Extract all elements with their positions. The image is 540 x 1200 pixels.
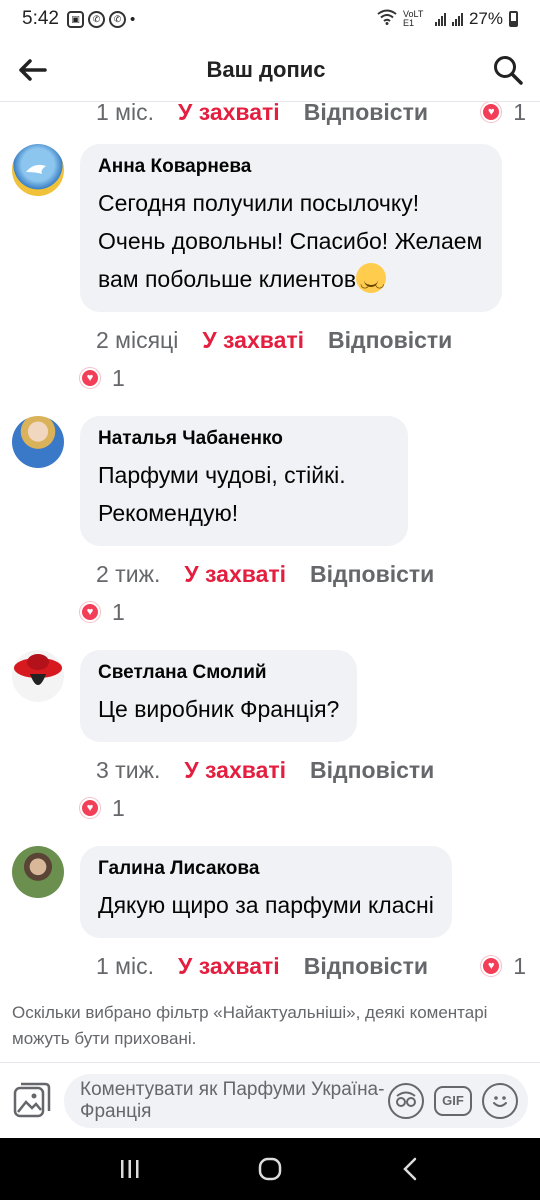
chevron-left-icon [403, 1157, 417, 1181]
comment-bubble[interactable]: Анна Коварнева Сегодня получили посылочк… [80, 144, 502, 312]
emoji-icon[interactable] [482, 1082, 518, 1119]
volte-label: VoLTE1 [402, 9, 424, 28]
liked-button[interactable]: У захваті [178, 99, 280, 126]
comment-input[interactable]: Коментувати як Парфуми Україна-Франція G… [64, 1073, 528, 1128]
comment-time[interactable]: 2 місяці [96, 327, 178, 354]
comment-bubble[interactable]: Светлана Смолий Це виробник Франція? [80, 650, 358, 742]
comment-time[interactable]: 1 міс. [96, 99, 154, 126]
comment-author[interactable]: Светлана Смолий [98, 662, 339, 684]
comment-bubble[interactable]: Галина Лисакова Дякую щиро за парфуми кл… [80, 846, 452, 938]
signal-icon [434, 12, 446, 26]
reaction-summary[interactable]: ♥ 1 [0, 358, 540, 398]
image-icon [13, 1082, 51, 1117]
avatar[interactable] [12, 846, 64, 898]
filter-note: Оскільки вибрано фільтр «Найактуальніші»… [12, 1003, 488, 1048]
reaction-count: 1 [513, 98, 526, 125]
app-header: Ваш допис [0, 38, 540, 102]
gallery-notification-icon: ▣ [66, 10, 84, 28]
avatar[interactable] [12, 416, 64, 468]
reaction-count: 1 [112, 794, 125, 821]
comment-bubble[interactable]: Наталья Чабаненко Парфуми чудові, стійкі… [80, 416, 408, 546]
page-title: Ваш допис [206, 56, 326, 82]
reply-button[interactable]: Відповісти [310, 757, 434, 784]
liked-button[interactable]: У захваті [178, 953, 280, 980]
reaction-summary[interactable]: ♥ 1 [0, 788, 540, 828]
liked-button[interactable]: У захваті [202, 327, 304, 354]
attach-photo-button[interactable] [12, 1081, 52, 1121]
reaction-summary[interactable]: ♥ 1 [481, 953, 526, 980]
arrow-left-icon [19, 58, 47, 81]
heart-reaction-icon: ♥ [481, 956, 502, 976]
comment-actions: 1 міс. У захваті Відповісти ♥ 1 [0, 948, 540, 984]
comment-actions: 3 тиж. У захваті Відповісти [0, 752, 540, 788]
comment-author[interactable]: Галина Лисакова [98, 858, 434, 880]
status-time: 5:42 [22, 8, 59, 29]
recent-apps-button[interactable] [100, 1144, 160, 1194]
viber-notification-icon-2: ✆ [108, 10, 126, 28]
comment: Наталья Чабаненко Парфуми чудові, стійкі… [0, 416, 540, 546]
system-navigation-bar [0, 1138, 540, 1200]
comment-text: Дякую щиро за парфуми класні [98, 892, 434, 918]
heart-reaction-icon: ♥ [80, 798, 100, 818]
battery-icon [509, 11, 518, 27]
home-icon [258, 1157, 282, 1181]
comment-text: Парфуми чудові, стійкі. Рекомендую! [98, 462, 346, 526]
home-button[interactable] [240, 1144, 300, 1194]
comment-actions: 2 місяці У захваті Відповісти [0, 322, 540, 358]
avatar-sticker-icon[interactable] [388, 1082, 424, 1119]
comment-time[interactable]: 1 міс. [96, 953, 154, 980]
viber-notification-icon: ✆ [87, 10, 105, 28]
avatar[interactable] [12, 144, 64, 196]
heart-reaction-icon: ♥ [80, 368, 100, 388]
comment-author[interactable]: Анна Коварнева [98, 156, 484, 178]
search-button[interactable] [476, 38, 540, 102]
back-button[interactable] [0, 38, 64, 102]
back-nav-button[interactable] [380, 1144, 440, 1194]
reply-button[interactable]: Відповісти [304, 953, 428, 980]
comment-author[interactable]: Наталья Чабаненко [98, 428, 390, 450]
comment-text: Це виробник Франція? [98, 696, 340, 722]
heart-reaction-icon: ♥ [80, 602, 100, 622]
reaction-summary[interactable]: ♥ 1 [0, 592, 540, 632]
comment-text: Сегодня получили посылочку! Очень доволь… [98, 184, 484, 303]
dove-icon [26, 164, 46, 174]
comment-placeholder: Коментувати як Парфуми Україна-Франція [80, 1078, 385, 1122]
battery-percent: 27% [468, 9, 503, 28]
comment-actions: 2 тиж. У захваті Відповісти [0, 556, 540, 592]
smiling-face-icon [356, 263, 387, 303]
wifi-icon [377, 9, 397, 30]
heart-reaction-icon: ♥ [481, 102, 502, 122]
signal-icon-2 [451, 12, 463, 26]
comment-time[interactable]: 3 тиж. [96, 757, 160, 784]
reaction-count: 1 [513, 952, 526, 979]
comment: Галина Лисакова Дякую щиро за парфуми кл… [0, 846, 540, 938]
comment: Светлана Смолий Це виробник Франція? [0, 650, 540, 742]
comment-text-content: Сегодня получили посылочку! Очень доволь… [98, 190, 483, 292]
search-icon [494, 55, 523, 85]
reaction-summary[interactable]: ♥ 1 [481, 99, 526, 126]
reply-button[interactable]: Відповісти [304, 99, 428, 126]
reply-button[interactable]: Відповісти [328, 327, 452, 354]
avatar[interactable] [12, 650, 64, 702]
gif-button[interactable]: GIF [434, 1085, 472, 1116]
reaction-count: 1 [112, 364, 125, 391]
reaction-count: 1 [112, 598, 125, 625]
recents-icon [121, 1160, 139, 1178]
comment: Анна Коварнева Сегодня получили посылочк… [0, 144, 540, 312]
red-hat-icon [14, 654, 62, 685]
reply-button[interactable]: Відповісти [310, 561, 434, 588]
more-notifications-icon: • [129, 10, 136, 28]
comment-composer: Коментувати як Парфуми Україна-Франція G… [0, 1062, 540, 1138]
liked-button[interactable]: У захваті [184, 561, 286, 588]
status-bar: 5:42 ▣ ✆ ✆ • VoLTE1 27% [0, 0, 540, 38]
liked-button[interactable]: У захваті [184, 757, 286, 784]
comments-feed[interactable]: 1 міс. У захваті Відповісти ♥ 1 Анна Ков… [0, 94, 540, 1062]
comment-time[interactable]: 2 тиж. [96, 561, 160, 588]
